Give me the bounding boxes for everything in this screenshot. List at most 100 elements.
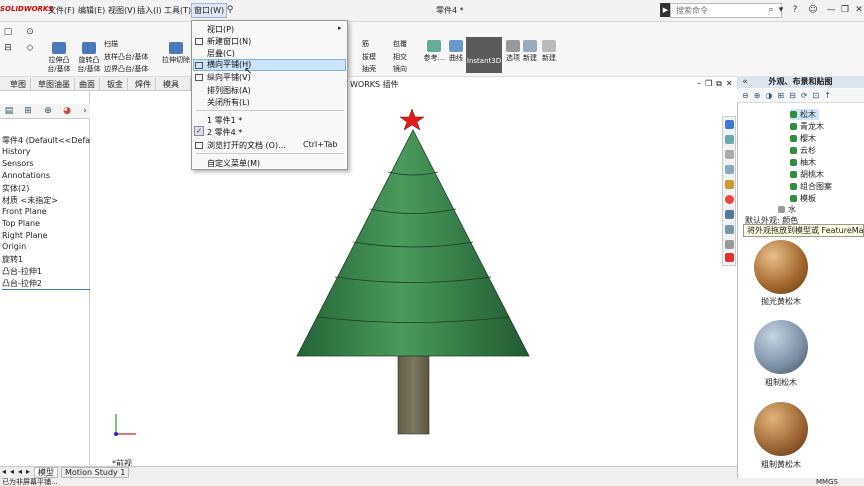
task-pane-nav-icons[interactable]: ⊖⊕◑⊞⊟⟳⊡↑ xyxy=(742,91,836,100)
solidworks-search-tab-icon[interactable] xyxy=(725,225,734,234)
tab-sheet-metal[interactable]: 钣金 xyxy=(103,78,128,91)
swatch-rough-pine[interactable] xyxy=(754,320,808,374)
config-tab-icon[interactable]: ⊕ xyxy=(43,106,53,116)
menu-file[interactable]: 文件(F) xyxy=(48,5,75,16)
extrude-cut-button[interactable]: 拉伸切除 xyxy=(162,42,190,65)
tab-model[interactable]: 模型 xyxy=(34,467,58,478)
feature-tree-tab-icon[interactable]: ▤ xyxy=(4,106,14,116)
draft-button[interactable]: 拔模 xyxy=(362,53,376,62)
tree-revolve1[interactable]: 旋转1 xyxy=(2,254,23,265)
tree-solid-bodies[interactable]: 实体(2) xyxy=(2,183,29,194)
menu-item-browse-docs[interactable]: 浏览打开的文档 (O)... xyxy=(207,140,286,151)
curves-button[interactable]: 曲线 xyxy=(447,40,465,63)
viewport-window-controls[interactable]: –❐⧉✕ xyxy=(697,79,737,89)
tab-weldments[interactable]: 焊件 xyxy=(131,78,156,91)
menu-insert[interactable]: 插入(I) xyxy=(137,5,162,16)
open-icon[interactable]: ⊙ xyxy=(25,27,35,37)
search-icon[interactable]: ⌕ xyxy=(766,5,776,15)
sketch-icon[interactable]: ⊟ xyxy=(3,43,13,53)
menu-item-arrange-icons[interactable]: 排列图标(A) xyxy=(207,85,251,96)
intersect-button[interactable]: 相交 xyxy=(393,53,407,62)
boundary-boss-button[interactable]: 边界凸台/基体 xyxy=(104,65,148,74)
tree-annotations[interactable]: Annotations xyxy=(2,171,50,180)
tree-extrude2[interactable]: 凸台-拉伸2 xyxy=(2,278,90,290)
swatch-rough-yellow-pine[interactable] xyxy=(754,402,808,456)
new-doc-icon[interactable]: ▢ xyxy=(3,27,13,37)
menu-item-tile-horizontal[interactable]: 横向平铺(H) xyxy=(193,59,346,71)
smart-dim-icon[interactable]: ◇ xyxy=(25,43,35,53)
appearance-folder-water[interactable]: 水 xyxy=(778,204,796,215)
reference-geometry-button[interactable]: 参考... xyxy=(423,40,445,63)
extrude-boss-button[interactable]: 拉伸凸台/基体 xyxy=(44,42,74,74)
pin-icon[interactable]: ⚲ xyxy=(225,5,235,15)
file-explorer-tab-icon[interactable] xyxy=(725,150,734,159)
tree-sensors[interactable]: Sensors xyxy=(2,159,34,168)
menu-item-viewport[interactable]: 视口(P) xyxy=(207,24,234,35)
dropdown-arrow-icon[interactable]: ▾ xyxy=(776,5,786,15)
tree-history[interactable]: History xyxy=(2,147,30,156)
menu-item-doc-1[interactable]: 1 零件1 * xyxy=(207,115,242,126)
menu-item-customize[interactable]: 自定义菜单(M) xyxy=(207,158,260,169)
tab-motion-study[interactable]: Motion Study 1 xyxy=(61,467,130,478)
user-icon[interactable]: ☺ xyxy=(808,5,818,15)
units-status[interactable]: MMGS xyxy=(816,478,838,486)
tab-sketch[interactable]: 草图 xyxy=(6,78,31,91)
wrap-button[interactable]: 包覆 xyxy=(393,40,407,49)
toolbox-tab-icon[interactable] xyxy=(725,240,734,249)
shell-button[interactable]: 抽壳 xyxy=(362,65,376,74)
menu-item-doc-2[interactable]: 2 零件4 * xyxy=(207,127,242,138)
menu-window[interactable]: 窗口(W) xyxy=(191,3,228,18)
sweep-button[interactable]: 扫描 xyxy=(104,40,118,49)
view-palette-tab-icon[interactable] xyxy=(725,165,734,174)
appearance-folder-cherry[interactable]: 樱木 xyxy=(790,133,816,144)
appearance-folder-template[interactable]: 模板 xyxy=(790,193,816,204)
appearance-folder-spruce[interactable]: 云杉 xyxy=(790,145,816,156)
loft-button[interactable]: 放样凸台/基体 xyxy=(104,53,148,62)
tab-sketch-ink[interactable]: 草图油墨 xyxy=(34,78,75,91)
tree-origin[interactable]: Origin xyxy=(2,242,26,251)
new-button[interactable]: 新建 xyxy=(539,40,559,63)
forum-tab-icon[interactable] xyxy=(725,180,734,189)
rib-button[interactable]: 筋 xyxy=(362,40,369,49)
tree-right-plane[interactable]: Right Plane xyxy=(2,231,48,240)
close-icon[interactable]: ✕ xyxy=(854,5,864,15)
star-topper[interactable] xyxy=(399,108,425,131)
minimize-icon[interactable]: — xyxy=(826,5,836,15)
mirror-button[interactable]: 镜向 xyxy=(393,65,407,74)
appearance-folder-pattern[interactable]: 组合图案 xyxy=(790,181,832,192)
menu-edit[interactable]: 编辑(E) xyxy=(78,5,105,16)
part-node[interactable]: 零件4 (Default<<Default> xyxy=(2,135,90,146)
restore-icon[interactable]: ❐ xyxy=(840,5,850,15)
menu-item-new-window[interactable]: 新建窗口(N) xyxy=(207,36,251,47)
tree-top-plane[interactable]: Top Plane xyxy=(2,219,40,228)
tab-scroll-arrows[interactable]: ◂◂◂▸ xyxy=(2,467,34,476)
appearance-folder-rosewood[interactable]: 青龙木 xyxy=(790,121,824,132)
resources-tab-icon[interactable] xyxy=(725,120,734,129)
revolve-boss-button[interactable]: 旋转凸台/基体 xyxy=(75,42,103,74)
appearance-folder-walnut[interactable]: 胡桃木 xyxy=(790,169,824,180)
tree-extrude1[interactable]: 凸台-拉伸1 xyxy=(2,266,42,277)
tree-front-plane[interactable]: Front Plane xyxy=(2,207,47,216)
property-tab-icon[interactable]: ⊞ xyxy=(23,106,33,116)
appearances-tab-icon[interactable] xyxy=(725,195,734,204)
tree-material[interactable]: 材质 <未指定> xyxy=(2,195,58,206)
new-small-button[interactable]: 新建 xyxy=(520,40,540,63)
instant3d-button[interactable]: Instant3D xyxy=(466,37,502,73)
menu-view[interactable]: 视图(V) xyxy=(108,5,136,16)
menu-item-close-all[interactable]: 关闭所有(L) xyxy=(207,97,250,108)
collapse-pane-icon[interactable]: « xyxy=(740,77,750,87)
menu-item-cascade[interactable]: 层叠(C) xyxy=(207,48,235,59)
tree-trunk[interactable] xyxy=(397,353,430,435)
tab-mold-tools[interactable]: 模具工具 xyxy=(159,78,191,91)
chevron-right-icon[interactable]: › xyxy=(80,106,90,116)
menu-tools[interactable]: 工具(T) xyxy=(164,5,191,16)
help-icon[interactable]: ? xyxy=(790,5,800,15)
swatch-polished-yellow-pine[interactable] xyxy=(754,240,808,294)
custom-properties-tab-icon[interactable] xyxy=(725,210,734,219)
tab-addins[interactable]: WORKS 插件 xyxy=(346,78,403,91)
appearance-folder-teak[interactable]: 柚木 xyxy=(790,157,816,168)
appearance-tab-icon[interactable]: ◕ xyxy=(62,106,72,116)
add-in-tab-icon[interactable] xyxy=(725,253,734,262)
design-library-tab-icon[interactable] xyxy=(725,135,734,144)
tab-surfaces[interactable]: 曲面 xyxy=(75,78,100,91)
